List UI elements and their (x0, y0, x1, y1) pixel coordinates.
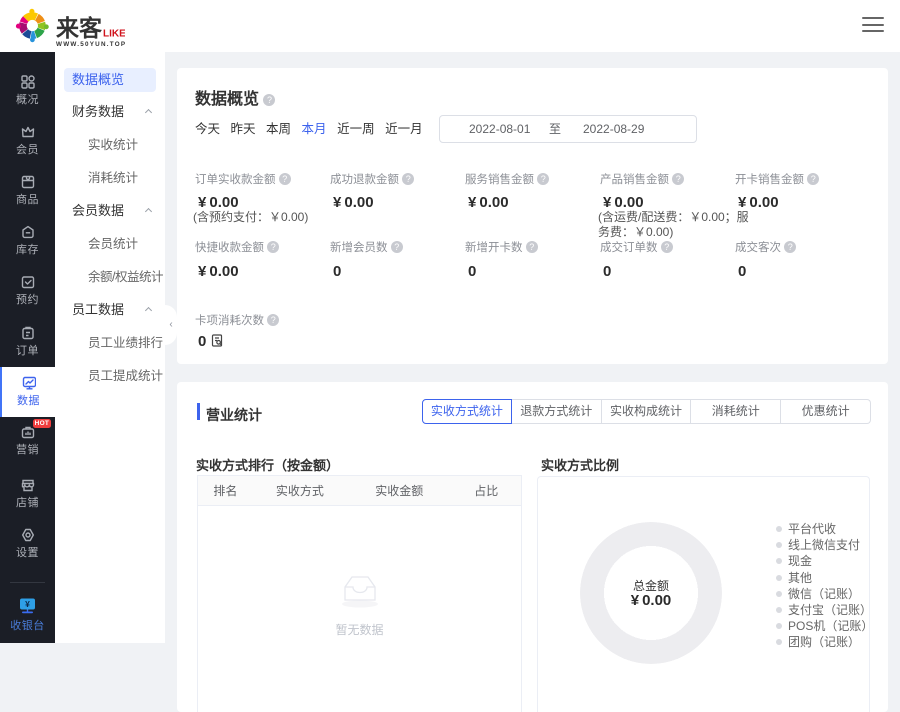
svg-text:来客: 来客 (56, 15, 103, 41)
svg-text:LIKE: LIKE (103, 29, 125, 40)
svg-text:¥: ¥ (25, 599, 30, 609)
svg-text:WWW.50YUN.TOP: WWW.50YUN.TOP (56, 41, 125, 48)
